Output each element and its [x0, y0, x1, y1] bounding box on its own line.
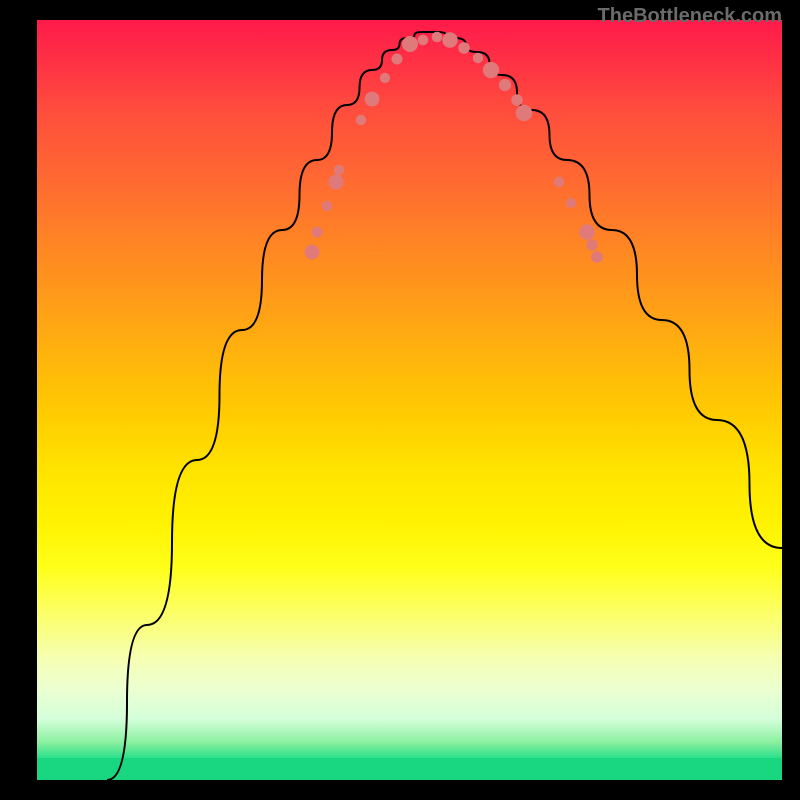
curve-group [107, 32, 782, 780]
boundary-dot [579, 224, 595, 240]
boundary-dot [402, 36, 418, 52]
boundary-dot [516, 105, 532, 121]
boundary-dot [380, 73, 390, 83]
boundary-dot [312, 227, 323, 238]
boundary-dot [591, 251, 603, 263]
boundary-dot [334, 165, 344, 175]
bottleneck-curve [107, 32, 782, 780]
boundary-dot [499, 79, 511, 91]
boundary-dot [566, 198, 576, 208]
boundary-dot [418, 35, 429, 46]
marker-group [305, 32, 603, 263]
boundary-dot [483, 62, 499, 78]
watermark-text: TheBottleneck.com [598, 5, 782, 28]
boundary-dot [392, 54, 403, 65]
chart-container [37, 20, 782, 780]
boundary-dot [365, 92, 380, 107]
boundary-dot [554, 177, 564, 187]
boundary-dot [473, 53, 483, 63]
boundary-dot [356, 115, 366, 125]
boundary-dot [458, 42, 470, 54]
chart-svg [37, 20, 782, 780]
boundary-dot [432, 32, 443, 43]
boundary-dot [511, 94, 523, 106]
boundary-dot [586, 239, 597, 250]
boundary-dot [305, 245, 320, 260]
boundary-dot [322, 201, 332, 211]
boundary-dot [442, 32, 457, 47]
boundary-dot [329, 175, 344, 190]
